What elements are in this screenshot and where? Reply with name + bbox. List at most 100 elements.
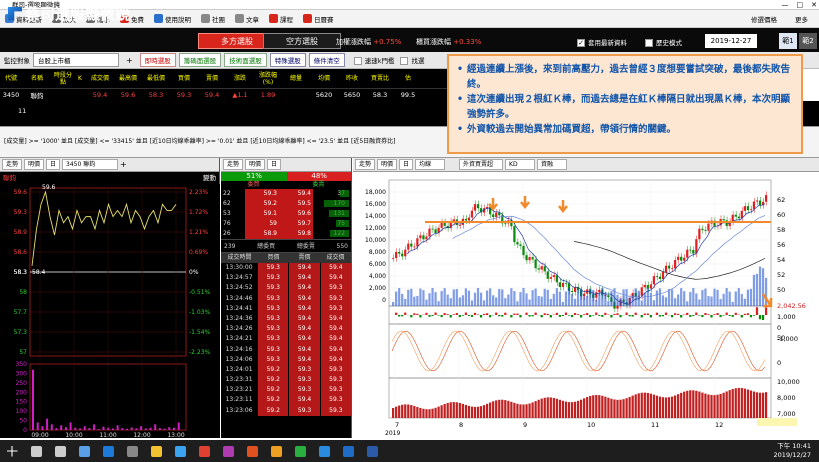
- trade-row[interactable]: 13:23:06 59.2 59.3 59.3: [221, 405, 351, 416]
- quote-col-header[interactable]: 買賣比: [366, 75, 394, 82]
- market-select[interactable]: 台股上市櫃: [33, 53, 119, 67]
- quote-col-header[interactable]: 最高價: [114, 75, 142, 82]
- quote-col-header[interactable]: 估: [394, 75, 422, 82]
- clock[interactable]: 下午 10:41 2019/12/27: [774, 442, 811, 460]
- taskbar-app[interactable]: [312, 440, 336, 462]
- filter-button-2[interactable]: 技術面選股: [224, 53, 267, 67]
- taskbar-app[interactable]: [336, 440, 360, 462]
- taskbar-app[interactable]: [192, 440, 216, 462]
- trade-row[interactable]: 13:23:11 59.2 59.4 59.3: [221, 395, 351, 406]
- filter-button-0[interactable]: 即時選股: [139, 53, 176, 67]
- tab-detail[interactable]: 明價: [245, 159, 266, 170]
- quote-col-header[interactable]: 漲跌幅(%): [254, 72, 282, 86]
- trade-col-header[interactable]: 成交價: [320, 253, 351, 263]
- order-book-row[interactable]: 5359.159.6131: [221, 209, 351, 219]
- trade-row[interactable]: 13:24:36 59.3 59.4 59.4: [221, 313, 351, 325]
- quote-col-header[interactable]: 時段分點: [52, 72, 74, 86]
- trade-row[interactable]: 13:23:31 59.2 59.3 59.3: [221, 375, 351, 386]
- kd-select[interactable]: KD: [505, 159, 536, 170]
- taskbar-app[interactable]: [96, 440, 120, 462]
- trade-row[interactable]: 13:30:00 59.3 59.4 59.4: [221, 263, 351, 274]
- short-select-button[interactable]: 空方選股: [263, 33, 341, 49]
- trade-col-header[interactable]: 買價: [258, 253, 289, 263]
- close-button[interactable]: ✕: [811, 0, 817, 10]
- settings-link[interactable]: 修選價格: [746, 14, 782, 24]
- trade-row[interactable]: 13:23:21 59.2 59.3 59.3: [221, 385, 351, 396]
- tab-detail[interactable]: 明價: [24, 159, 45, 170]
- quote-col-header[interactable]: 昨收: [338, 75, 366, 82]
- taskbar-app[interactable]: [144, 440, 168, 462]
- history-mode-option[interactable]: 歷史模式: [645, 37, 682, 47]
- trade-row[interactable]: 13:24:01 59.2 59.3 59.3: [221, 364, 351, 376]
- taskbar-app[interactable]: [288, 440, 312, 462]
- quote-col-header[interactable]: 賣價: [198, 75, 226, 82]
- quote-table-row[interactable]: 3450 聯鈞 59.4 59.6 58.3 59.3 59.4 ▲1.1 1.89 5620 56…: [0, 89, 460, 101]
- trade-row[interactable]: 13:24:46 59.3 59.4 59.3: [221, 293, 351, 304]
- latest-data-checkbox[interactable]: [577, 39, 585, 47]
- trade-row[interactable]: 13:24:16 59.3 59.4 59.4: [221, 344, 351, 355]
- menu-item-6[interactable]: 文章: [230, 14, 264, 24]
- quote-col-header[interactable]: K: [74, 75, 86, 82]
- filter-button-1[interactable]: 籌碼面選股: [178, 53, 222, 67]
- trade-row[interactable]: 13:24:26 59.3 59.4 59.4: [221, 324, 351, 335]
- date-picker[interactable]: 2019-12-27: [705, 34, 757, 48]
- ma-select[interactable]: 均線: [415, 159, 446, 170]
- quote-col-header[interactable]: 漲跌: [226, 75, 254, 82]
- trade-row[interactable]: 13:24:41 59.3 59.4 59.3: [221, 303, 351, 314]
- tab-day[interactable]: 日: [46, 159, 61, 170]
- trade-col-header[interactable]: 賣價: [289, 253, 320, 263]
- filter-check-1[interactable]: 找選: [400, 55, 424, 65]
- taskbar-app[interactable]: [24, 440, 48, 462]
- tab-trend[interactable]: 走勢: [355, 159, 376, 170]
- more-link[interactable]: 更多: [790, 14, 813, 24]
- menu-item-5[interactable]: 社團: [196, 14, 230, 24]
- taskbar-app[interactable]: [120, 440, 144, 462]
- taskbar-app[interactable]: [360, 440, 384, 462]
- tab-layout-2[interactable]: 範2: [799, 33, 817, 49]
- taskbar-app[interactable]: [240, 440, 264, 462]
- filter-button-4[interactable]: 條件清空: [308, 53, 345, 67]
- order-book-row[interactable]: 2259.359.437: [221, 189, 351, 199]
- add-icon[interactable]: +: [122, 56, 137, 65]
- quote-col-header[interactable]: 總量: [282, 75, 310, 82]
- quote-col-header[interactable]: 均價: [310, 75, 338, 82]
- taskbar-app[interactable]: [216, 440, 240, 462]
- trade-row[interactable]: 13:24:52 59.3 59.4 59.3: [221, 283, 351, 294]
- trade-row[interactable]: 13:24:06 59.3 59.4 59.4: [221, 354, 351, 365]
- taskbar-app[interactable]: [48, 440, 72, 462]
- filter-button-3[interactable]: 特殊選股: [269, 53, 306, 67]
- quote-col-header[interactable]: 名稱: [22, 75, 52, 82]
- quote-col-header[interactable]: 代號: [0, 75, 22, 82]
- trade-list[interactable]: 13:30:00 59.3 59.4 59.4 13:24:57 59.3 59.4 59.4…: [221, 263, 351, 416]
- tab-layout-1[interactable]: 範1: [779, 33, 797, 49]
- latest-data-option[interactable]: 套用最新資料: [577, 37, 627, 47]
- menu-item-8[interactable]: 日曆賽: [298, 14, 339, 24]
- filter-checkbox[interactable]: [400, 57, 409, 65]
- trade-row[interactable]: 13:24:57 59.3 59.4 59.4: [221, 273, 351, 284]
- change-mode[interactable]: 變動: [203, 172, 216, 184]
- trade-row[interactable]: 13:24:21 59.3 59.4 59.4: [221, 334, 351, 345]
- minimize-button[interactable]: —: [782, 0, 789, 10]
- scroll-thumb[interactable]: [757, 418, 797, 426]
- tab-day[interactable]: 日: [399, 159, 414, 170]
- menu-item-4[interactable]: 使用說明: [149, 14, 196, 24]
- tab-trend[interactable]: 走勢: [2, 159, 23, 170]
- order-book-row[interactable]: 6259.259.5170: [221, 199, 351, 209]
- menu-item-7[interactable]: 課程: [264, 14, 298, 24]
- filter-checkbox[interactable]: [353, 57, 362, 65]
- taskbar-app[interactable]: [0, 440, 24, 462]
- trade-col-header[interactable]: 成交時間: [221, 253, 258, 263]
- tab-trend[interactable]: 走勢: [223, 159, 244, 170]
- maximize-button[interactable]: □: [797, 0, 804, 10]
- order-book-row[interactable]: 765959.775: [221, 219, 351, 229]
- stock-select[interactable]: 3450 聯鈞: [62, 159, 119, 170]
- quote-col-header[interactable]: 最低價: [142, 75, 170, 82]
- margin-select[interactable]: 資融: [537, 159, 568, 170]
- order-book-row[interactable]: 2658.959.8122: [221, 229, 351, 239]
- taskbar-app[interactable]: [264, 440, 288, 462]
- quote-col-header[interactable]: 買價: [170, 75, 198, 82]
- taskbar-app[interactable]: [168, 440, 192, 462]
- add-stock-icon[interactable]: +: [120, 160, 127, 169]
- quote-col-header[interactable]: 成交價: [86, 75, 114, 82]
- tab-day[interactable]: 日: [267, 159, 282, 170]
